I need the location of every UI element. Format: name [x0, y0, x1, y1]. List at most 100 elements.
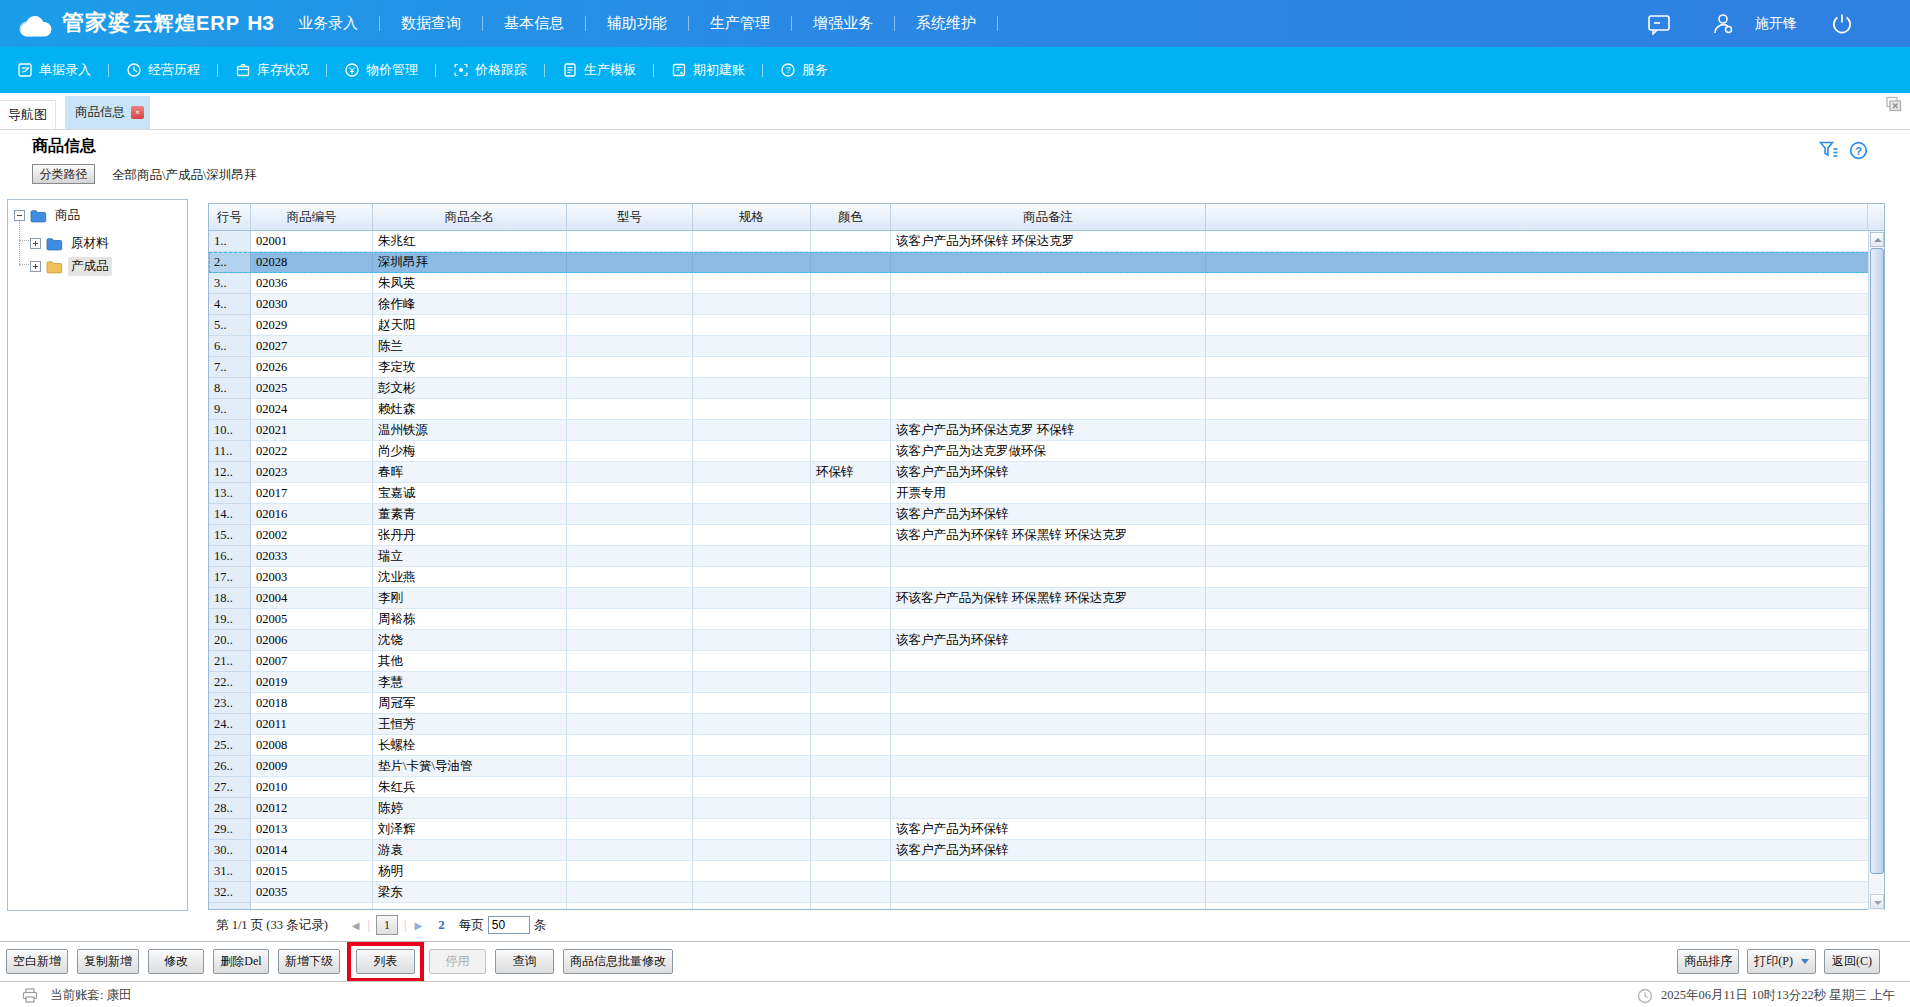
cell-product-name[interactable]: 瑞立 [373, 546, 567, 567]
cell-row-no[interactable]: 28.. [209, 798, 251, 819]
cell-extra[interactable] [1206, 714, 1884, 735]
table-row[interactable]: 7.. 02026 李定玫 [209, 357, 1884, 378]
cell-product-name[interactable]: 沈业燕 [373, 567, 567, 588]
cell-product-code[interactable]: 02016 [251, 504, 373, 525]
cell-product-name[interactable]: 深圳昂拜 [373, 252, 567, 273]
cell-spec[interactable] [693, 315, 811, 336]
disable-button[interactable]: 停用 [429, 949, 486, 974]
logout-power-icon[interactable] [1830, 12, 1854, 36]
table-row[interactable]: 21.. 02007 其他 [209, 651, 1884, 672]
cell-row-no[interactable]: 13.. [209, 483, 251, 504]
cell-product-code[interactable]: 02001 [251, 231, 373, 252]
copy-add-button[interactable]: 复制新增 [77, 949, 139, 974]
prev-page-icon[interactable]: ◀ [346, 920, 366, 931]
cell-color[interactable] [811, 441, 891, 462]
cell-product-name[interactable]: 陈婷 [373, 798, 567, 819]
cell-row-no[interactable]: 10.. [209, 420, 251, 441]
cell-color[interactable] [811, 651, 891, 672]
delete-button[interactable]: 删除Del [213, 949, 269, 974]
cell-extra[interactable] [1206, 819, 1884, 840]
table-row[interactable]: 10.. 02021 温州铁源 该客户产品为环保达克罗 环保锌 [209, 420, 1884, 441]
cell-note[interactable] [891, 399, 1206, 420]
cell-color[interactable] [811, 840, 891, 861]
menu-enhanced-business[interactable]: 增强业务 [792, 14, 894, 33]
cell-extra[interactable] [1206, 756, 1884, 777]
cell-spec[interactable] [693, 462, 811, 483]
cell-spec[interactable] [693, 630, 811, 651]
cell-row-no[interactable]: 15.. [209, 525, 251, 546]
cell-color[interactable] [811, 336, 891, 357]
table-row[interactable]: 28.. 02012 陈婷 [209, 798, 1884, 819]
tree-node-products[interactable]: 商品 [14, 206, 83, 225]
cell-color[interactable] [811, 399, 891, 420]
cell-row-no[interactable]: 7.. [209, 357, 251, 378]
table-row[interactable]: 26.. 02009 垫片\卡簧\导油管 [209, 756, 1884, 777]
cell-product-code[interactable]: 02036 [251, 273, 373, 294]
scrollbar-thumb[interactable] [1870, 248, 1884, 874]
tree-node-finished-products[interactable]: 产成品 [30, 257, 112, 276]
cell-product-name[interactable]: 陈兰 [373, 336, 567, 357]
cell-model[interactable] [567, 588, 693, 609]
cell-note[interactable] [891, 336, 1206, 357]
cell-extra[interactable] [1206, 399, 1884, 420]
cell-model[interactable] [567, 735, 693, 756]
toolbar-service[interactable]: ? 服务 [763, 61, 845, 79]
cell-product-code[interactable]: 02035 [251, 882, 373, 903]
tree-node-raw-materials[interactable]: 原材料 [30, 234, 112, 253]
cell-note[interactable] [891, 546, 1206, 567]
cell-model[interactable] [567, 294, 693, 315]
cell-color[interactable] [811, 252, 891, 273]
cell-model[interactable] [567, 231, 693, 252]
cell-spec[interactable] [693, 357, 811, 378]
cell-product-name[interactable]: 宝嘉诚 [373, 483, 567, 504]
cell-color[interactable] [811, 756, 891, 777]
cell-row-no[interactable]: 30.. [209, 840, 251, 861]
cell-note[interactable]: 该客户产品为环保锌 [891, 630, 1206, 651]
cell-product-code[interactable]: 02007 [251, 651, 373, 672]
refresh-icon[interactable]: 2 [438, 917, 445, 933]
cell-extra[interactable] [1206, 504, 1884, 525]
cell-note[interactable] [891, 735, 1206, 756]
help-icon[interactable]: ? [1849, 141, 1868, 164]
cell-model[interactable] [567, 483, 693, 504]
toolbar-voucher-entry[interactable]: 单据录入 [0, 61, 108, 79]
cell-row-no[interactable]: 25.. [209, 735, 251, 756]
list-button[interactable]: 列表 [356, 949, 415, 974]
cell-spec[interactable] [693, 273, 811, 294]
cell-row-no[interactable]: 26.. [209, 756, 251, 777]
table-row[interactable]: 14.. 02016 董素青 该客户产品为环保锌 [209, 504, 1884, 525]
cell-product-code[interactable]: 02028 [251, 252, 373, 273]
cell-color[interactable] [811, 777, 891, 798]
cell-color[interactable] [811, 693, 891, 714]
table-row[interactable]: 5.. 02029 赵天阳 [209, 315, 1884, 336]
cell-row-no[interactable] [209, 903, 251, 909]
toolbar-production-template[interactable]: 生产模板 [545, 61, 653, 79]
cell-note[interactable]: 该客户产品为环保锌 [891, 819, 1206, 840]
cell-model[interactable] [567, 462, 693, 483]
table-row[interactable]: 31.. 02015 杨明 [209, 861, 1884, 882]
cell-product-code[interactable]: 02010 [251, 777, 373, 798]
table-row[interactable]: 27.. 02010 朱红兵 [209, 777, 1884, 798]
cell-color[interactable] [811, 735, 891, 756]
cell-note[interactable] [891, 378, 1206, 399]
cell-color[interactable] [811, 546, 891, 567]
cell-color[interactable] [811, 630, 891, 651]
cell-spec[interactable] [693, 819, 811, 840]
col-note[interactable]: 商品备注 [891, 204, 1206, 231]
cell-product-code[interactable]: 02002 [251, 525, 373, 546]
table-row[interactable]: 16.. 02033 瑞立 [209, 546, 1884, 567]
cell-note[interactable]: 该客户产品为环保锌 环保达克罗 [891, 231, 1206, 252]
cell-spec[interactable] [693, 378, 811, 399]
cell-note[interactable] [891, 651, 1206, 672]
cell-spec[interactable] [693, 336, 811, 357]
cell-model[interactable] [567, 777, 693, 798]
table-row[interactable]: 19.. 02005 周裕栋 [209, 609, 1884, 630]
table-row[interactable]: 29.. 02013 刘泽辉 该客户产品为环保锌 [209, 819, 1884, 840]
table-row[interactable]: 13.. 02017 宝嘉诚 开票专用 [209, 483, 1884, 504]
cell-product-name[interactable]: 董素青 [373, 504, 567, 525]
cell-product-name[interactable]: 温州铁源 [373, 420, 567, 441]
cell-extra[interactable] [1206, 315, 1884, 336]
cell-product-name[interactable]: 春晖 [373, 462, 567, 483]
cell-color[interactable] [811, 483, 891, 504]
cell-spec[interactable] [693, 777, 811, 798]
